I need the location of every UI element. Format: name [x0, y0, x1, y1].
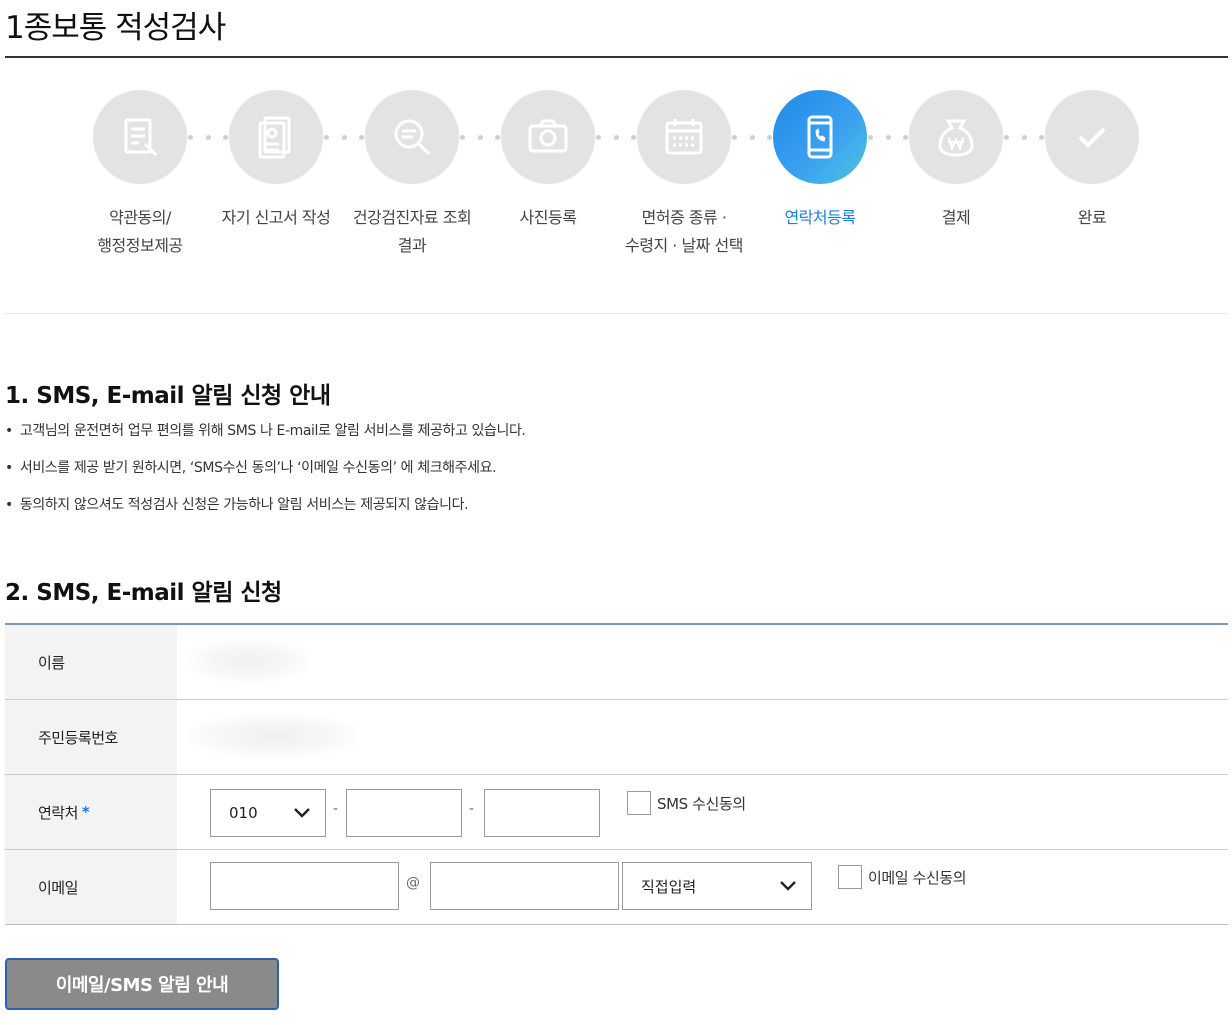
won-pouch-icon: [938, 119, 974, 157]
section1-title: 1. SMS, E-mail 알림 신청 안내: [5, 383, 331, 409]
email-consent[interactable]: 이메일 수신동의: [838, 865, 967, 889]
id-card-document-icon: [258, 116, 291, 159]
name-value: [177, 625, 1228, 699]
search-document-icon: [394, 119, 431, 156]
email-domain-select[interactable]: 직접입력: [622, 862, 812, 910]
chevron-down-icon: [294, 808, 310, 818]
sms-consent-label[interactable]: SMS 수신동의: [657, 793, 746, 814]
phone-label: 연락처 *: [5, 775, 177, 849]
step-circle: [1045, 90, 1139, 184]
email-at-sign: @: [406, 875, 420, 891]
rrn-value-blurred: [189, 714, 359, 758]
rrn-label: 주민등록번호: [5, 700, 177, 774]
email-sms-notice-button[interactable]: 이메일/SMS 알림 안내: [5, 958, 279, 1010]
form-row-rrn: 주민등록번호: [5, 700, 1228, 775]
step-circle: [365, 90, 459, 184]
form-row-email: 이메일 @ 직접입력 이메일 수신동의: [5, 850, 1228, 925]
step-circle: [637, 90, 731, 184]
email-domain-select-value: 직접입력: [641, 877, 697, 896]
email-consent-label[interactable]: 이메일 수신동의: [868, 867, 967, 888]
step-circle: [229, 90, 323, 184]
phone-label-text: 연락처: [38, 803, 78, 822]
phone-middle-input[interactable]: [346, 789, 462, 837]
sms-consent[interactable]: SMS 수신동의: [627, 791, 746, 815]
phone-prefix-value: 010: [229, 804, 258, 822]
notice-bullet: 서비스를 제공 받기 원하시면, ‘SMS수신 동의’나 ‘이메일 수신동의’ …: [5, 459, 526, 478]
page-title: 1종보통 적성검사: [5, 10, 226, 46]
step-circle-active: [773, 90, 867, 184]
section2-title: 2. SMS, E-mail 알림 신청: [5, 580, 282, 606]
notice-bullet-list: 고객님의 운전면허 업무 편의를 위해 SMS 나 E-mail로 알림 서비스…: [5, 422, 526, 533]
chevron-down-icon: [780, 881, 796, 891]
calendar-icon: [665, 119, 703, 155]
step-circle: [501, 90, 595, 184]
phone-prefix-select[interactable]: 010: [210, 789, 326, 837]
phone-dash: -: [333, 801, 339, 817]
required-mark: *: [81, 803, 90, 821]
name-label: 이름: [5, 625, 177, 699]
phone-value: 010 - - SMS 수신동의: [177, 775, 1228, 849]
notice-bullet: 동의하지 않으셔도 적성검사 신청은 가능하나 알림 서비스는 제공되지 않습니…: [5, 496, 526, 515]
check-icon: [1078, 127, 1106, 148]
step-circle: [93, 90, 187, 184]
form-row-name: 이름: [5, 625, 1228, 700]
email-local-input[interactable]: [210, 862, 399, 910]
rrn-value: [177, 700, 1228, 774]
section-divider: [5, 313, 1228, 314]
camera-icon: [528, 119, 568, 153]
step-circle: [909, 90, 1003, 184]
progress-steps: 약관동의/ 행정정보제공 자기 신고서 작성 건강검진자료 조회 결과 사진등록…: [0, 90, 1232, 290]
notice-bullet: 고객님의 운전면허 업무 편의를 위해 SMS 나 E-mail로 알림 서비스…: [5, 422, 526, 441]
document-pen-icon: [124, 118, 158, 157]
phone-last-input[interactable]: [484, 789, 600, 837]
email-label: 이메일: [5, 850, 177, 924]
title-divider: [5, 56, 1228, 58]
form-row-phone: 연락처 * 010 - - SMS 수신동의: [5, 775, 1228, 850]
sms-consent-checkbox[interactable]: [627, 791, 651, 815]
step-complete: 완료: [1012, 90, 1172, 232]
email-value: @ 직접입력 이메일 수신동의: [177, 850, 1228, 924]
notification-form-table: 이름 주민등록번호 연락처 * 010 - - SMS 수신동의 이메일 @ 직…: [5, 623, 1228, 925]
email-consent-checkbox[interactable]: [838, 865, 862, 889]
name-value-blurred: [189, 639, 309, 683]
phone-dash: -: [469, 801, 475, 817]
step-label: 완료: [1077, 208, 1107, 227]
mobile-phone-icon: [807, 115, 833, 159]
email-domain-input[interactable]: [430, 862, 619, 910]
